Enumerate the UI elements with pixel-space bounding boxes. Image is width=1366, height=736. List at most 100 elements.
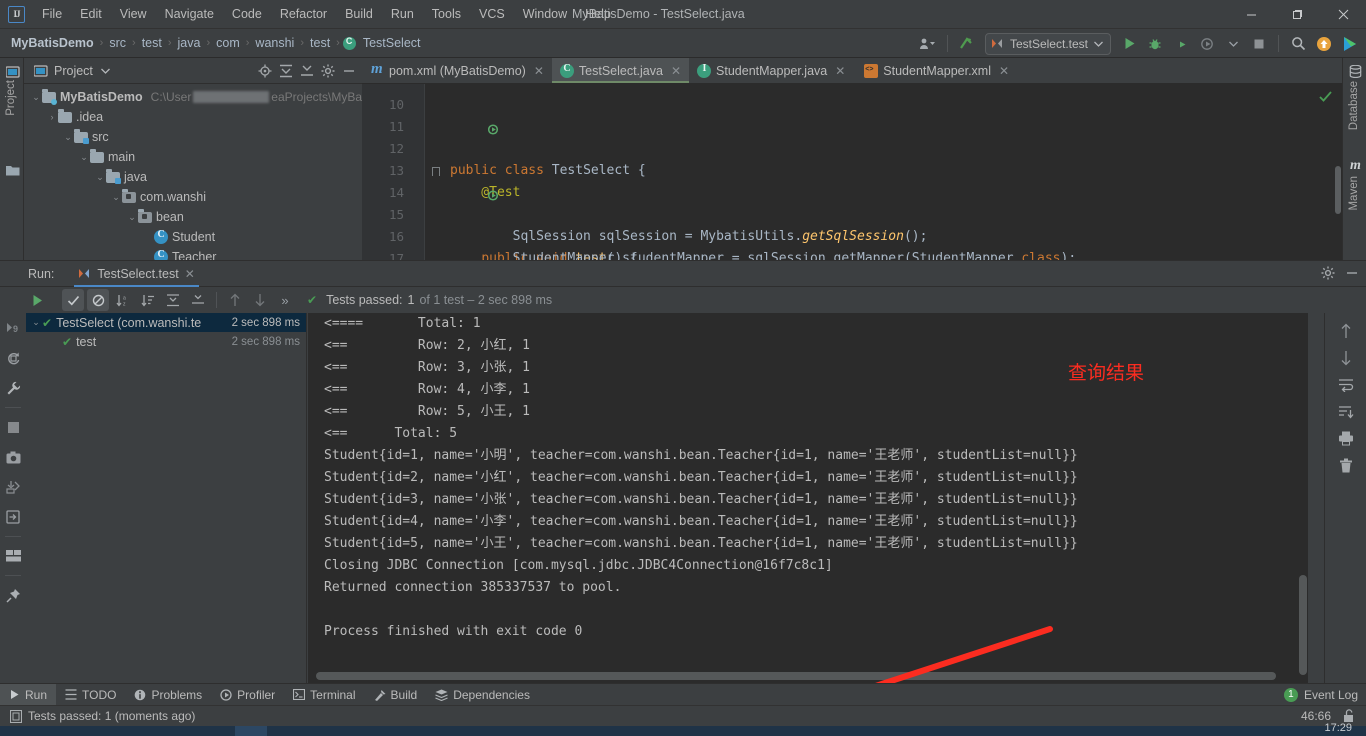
chevron-down-icon[interactable]: ⌄ <box>78 152 90 163</box>
collapse-all-icon[interactable] <box>187 289 209 311</box>
menu-file[interactable]: File <box>33 3 71 25</box>
user-group-icon[interactable] <box>916 33 940 55</box>
console-output[interactable]: <==== Total: 1 <== Row: 2, 小红, 1 <== Row… <box>308 313 1308 686</box>
menu-vcs[interactable]: VCS <box>470 3 514 25</box>
chevron-down-icon[interactable]: ⌄ <box>30 92 42 103</box>
menu-refactor[interactable]: Refactor <box>271 3 336 25</box>
chevron-down-icon[interactable]: ⌄ <box>110 192 122 203</box>
tab-pom-xml[interactable]: pom.xml (MyBatisDemo) ✕ <box>362 58 552 83</box>
bottom-tab-build[interactable]: Build <box>365 684 427 706</box>
bottom-tab-profiler[interactable]: Profiler <box>211 684 284 706</box>
bottom-tab-terminal[interactable]: Terminal <box>284 684 364 706</box>
close-icon[interactable]: ✕ <box>185 267 195 281</box>
breadcrumb-item-project[interactable]: MyBatisDemo <box>8 34 97 52</box>
run-button[interactable] <box>1117 33 1141 55</box>
event-log-label[interactable]: Event Log <box>1304 688 1358 702</box>
menu-run[interactable]: Run <box>382 3 423 25</box>
breadcrumb-item-java[interactable]: java <box>175 34 204 52</box>
chevron-down-icon[interactable]: ⌄ <box>94 172 106 183</box>
tree-node-mybatisdemo[interactable]: ⌄ MyBatisDemo C:\User eaProjects\MyBa <box>24 87 362 107</box>
scroll-to-end-icon[interactable] <box>1325 398 1366 425</box>
prev-failed-test-icon[interactable] <box>224 289 246 311</box>
settings-wrench-icon[interactable] <box>0 373 26 403</box>
gear-icon[interactable] <box>1320 266 1336 283</box>
menu-tools[interactable]: Tools <box>423 3 470 25</box>
import-tests-icon[interactable] <box>0 472 26 502</box>
tree-node-student[interactable]: Student <box>24 227 362 247</box>
tree-node-main[interactable]: ⌄ main <box>24 147 362 167</box>
trash-icon[interactable] <box>1325 452 1366 479</box>
profile-button[interactable] <box>1195 33 1219 55</box>
menu-view[interactable]: View <box>111 3 156 25</box>
show-passed-icon[interactable] <box>62 289 84 311</box>
close-icon[interactable]: ✕ <box>671 64 681 78</box>
tree-node-bean[interactable]: ⌄ bean <box>24 207 362 227</box>
debug-button[interactable] <box>1143 33 1167 55</box>
bottom-tab-run[interactable]: Run <box>0 683 57 706</box>
tab-studentmapper-java[interactable]: StudentMapper.java ✕ <box>689 58 853 83</box>
menu-edit[interactable]: Edit <box>71 3 111 25</box>
status-message[interactable]: Tests passed: 1 (moments ago) <box>28 709 195 723</box>
editor-scrollbar[interactable] <box>1334 84 1342 260</box>
close-button[interactable] <box>1320 0 1366 29</box>
maximize-button[interactable] <box>1274 0 1320 29</box>
profile-dropdown-icon[interactable] <box>1221 33 1245 55</box>
rerun-automatically-icon[interactable] <box>0 343 26 373</box>
chevron-right-icon[interactable]: › <box>46 112 58 122</box>
taskbar-item[interactable] <box>235 726 267 736</box>
run-configuration-selector[interactable]: TestSelect.test <box>984 32 1111 55</box>
chevron-down-icon[interactable]: ⌄ <box>30 317 42 328</box>
inspection-status-icon[interactable] <box>1319 90 1332 106</box>
rerun-icon[interactable] <box>26 289 48 311</box>
update-icon[interactable] <box>1312 33 1336 55</box>
breadcrumb-item-src[interactable]: src <box>106 34 129 52</box>
caret-position[interactable]: 46:66 <box>1301 709 1331 723</box>
menu-build[interactable]: Build <box>336 3 382 25</box>
tab-testselect-java[interactable]: TestSelect.java ✕ <box>551 58 690 83</box>
project-rail-icon[interactable] <box>5 64 20 79</box>
console-horizontal-scrollbar[interactable] <box>316 672 1276 680</box>
gear-icon[interactable] <box>319 62 337 80</box>
tree-node-idea[interactable]: › .idea <box>24 107 362 127</box>
scroll-down-icon[interactable] <box>1325 344 1366 371</box>
menu-code[interactable]: Code <box>223 3 271 25</box>
rail-label-maven[interactable]: Maven <box>1348 176 1360 211</box>
vcs-update-icon[interactable] <box>955 33 979 55</box>
menu-navigate[interactable]: Navigate <box>156 3 223 25</box>
rail-label-database[interactable]: Database <box>1348 81 1360 130</box>
console-vertical-scrollbar[interactable] <box>1299 575 1307 675</box>
soft-wrap-icon[interactable] <box>1325 371 1366 398</box>
search-icon[interactable] <box>1286 33 1310 55</box>
tree-node-java[interactable]: ⌄ java <box>24 167 362 187</box>
test-tree-row-test[interactable]: ✔ test 2 sec 898 ms <box>26 332 306 351</box>
bottom-tab-todo[interactable]: TODO <box>56 684 125 706</box>
breadcrumb-item-wanshi[interactable]: wanshi <box>252 34 297 52</box>
hide-panel-icon[interactable] <box>1344 266 1360 283</box>
project-folder-icon[interactable] <box>5 163 20 178</box>
pin-icon[interactable] <box>0 580 26 610</box>
rerun-failed-tests-icon[interactable]: 9 <box>0 313 26 343</box>
tab-studentmapper-xml[interactable]: StudentMapper.xml ✕ <box>853 58 1017 83</box>
ide-icon[interactable] <box>1338 33 1362 55</box>
run-with-coverage-button[interactable] <box>1169 33 1193 55</box>
run-tab-testselect-test[interactable]: TestSelect.test ✕ <box>74 261 200 287</box>
breadcrumb-item-test[interactable]: test <box>139 34 165 52</box>
breadcrumb-item-com[interactable]: com <box>213 34 243 52</box>
close-icon[interactable]: ✕ <box>835 64 845 78</box>
sort-by-duration-icon[interactable] <box>137 289 159 311</box>
rail-label-project[interactable]: Project <box>5 80 17 116</box>
run-test-gutter-icon[interactable] <box>410 99 499 135</box>
test-tree-row-testselect[interactable]: ⌄ ✔ TestSelect (com.wanshi.te 2 sec 898 … <box>26 313 306 332</box>
print-icon[interactable] <box>1325 425 1366 452</box>
close-icon[interactable]: ✕ <box>999 64 1009 78</box>
tree-node-com-wanshi[interactable]: ⌄ com.wanshi <box>24 187 362 207</box>
export-tests-icon[interactable] <box>0 502 26 532</box>
menu-window[interactable]: Window <box>514 3 576 25</box>
stop-button[interactable] <box>1247 33 1271 55</box>
screenshot-icon[interactable] <box>0 442 26 472</box>
unlocked-icon[interactable] <box>1343 709 1356 723</box>
locate-icon[interactable] <box>256 62 274 80</box>
editor-scrollbar-thumb[interactable] <box>1335 166 1341 214</box>
hide-ignored-icon[interactable] <box>87 289 109 311</box>
breadcrumb-item-testselect[interactable]: TestSelect <box>360 34 424 52</box>
